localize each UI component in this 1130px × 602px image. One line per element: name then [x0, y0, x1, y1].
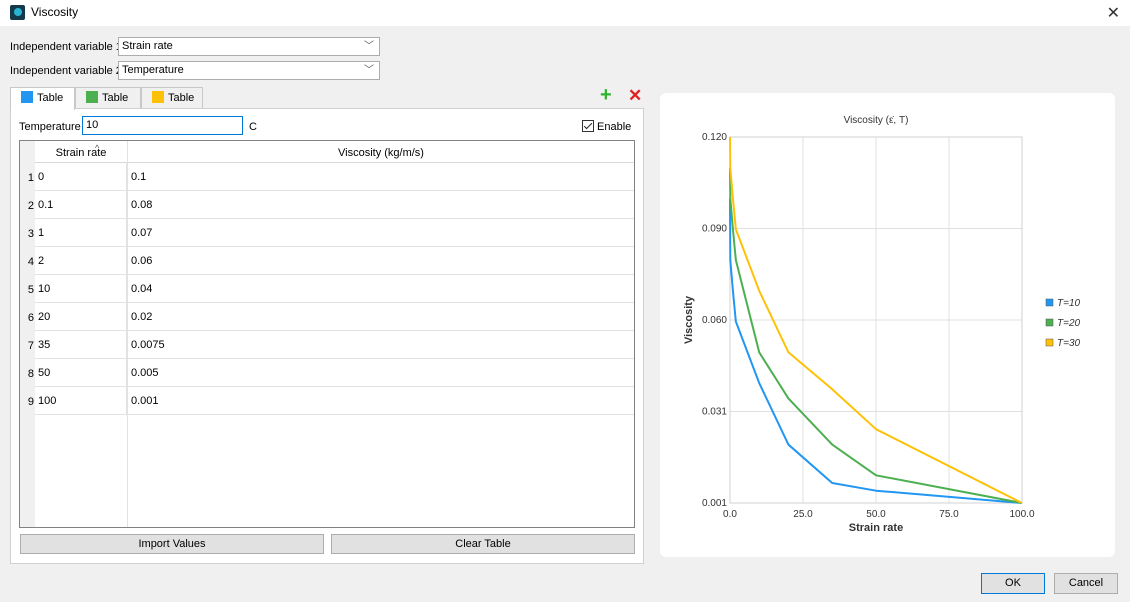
tab-table-3[interactable]: Table [141, 87, 203, 109]
viscosity-cell[interactable]: 0.04 [127, 275, 634, 303]
x-tick-label: 50.0 [866, 509, 886, 520]
strain-rate-cell[interactable]: 2 [35, 247, 127, 275]
table-row[interactable]: 9 100 0.001 [20, 387, 634, 415]
enable-label: Enable [597, 121, 632, 133]
x-tick-label: 75.0 [939, 509, 959, 520]
var1-value: Strain rate [122, 40, 173, 52]
close-icon[interactable]: ✕ [1107, 3, 1120, 23]
viscosity-cell[interactable]: 0.02 [127, 303, 634, 331]
color-swatch [152, 91, 164, 103]
table-row[interactable]: 6 20 0.02 [20, 303, 634, 331]
var2-select[interactable]: Temperature ﹀ [118, 61, 380, 80]
checkbox-checked-icon [582, 120, 594, 132]
row-number: 6 [20, 303, 35, 331]
temperature-input[interactable]: 10 [82, 116, 243, 135]
strain-rate-cell[interactable]: 0.1 [35, 191, 127, 219]
column-header-label: Viscosity (kg/m/s) [338, 147, 424, 159]
data-table: ^ Strain rate Viscosity (kg/m/s) 1 0 0.1 2 0… [19, 140, 635, 528]
viscosity-cell[interactable]: 0.06 [127, 247, 634, 275]
cancel-button[interactable]: Cancel [1054, 573, 1118, 594]
tab-table-1[interactable]: Table [10, 87, 75, 110]
strain-rate-cell[interactable]: 10 [35, 275, 127, 303]
enable-checkbox[interactable]: Enable [582, 120, 631, 133]
viscosity-cell[interactable]: 0.07 [127, 219, 634, 247]
color-swatch [86, 91, 98, 103]
var1-label: Independent variable 1 [10, 41, 122, 53]
column-header-strain-rate[interactable]: ^ Strain rate [35, 141, 127, 163]
y-tick-label: 0.090 [702, 224, 727, 235]
x-axis-label: Strain rate [849, 522, 903, 534]
column-header-viscosity[interactable]: Viscosity (kg/m/s) [127, 141, 634, 163]
table-row[interactable]: 4 2 0.06 [20, 247, 634, 275]
title-bar: Viscosity ✕ [0, 0, 1130, 26]
tab-label: Table [37, 92, 64, 104]
chevron-down-icon: ﹀ [364, 65, 374, 76]
strain-rate-cell[interactable]: 0 [35, 163, 127, 191]
import-values-button[interactable]: Import Values [20, 534, 324, 554]
table-row[interactable]: 1 0 0.1 [20, 163, 634, 191]
y-axis-label: Viscosity [683, 295, 695, 344]
x-tick-label: 25.0 [793, 509, 813, 520]
x-tick-label: 0.0 [723, 509, 737, 520]
tab-label: Table [102, 92, 129, 104]
var2-value: Temperature [122, 64, 184, 76]
sort-ascending-icon: ^ [95, 143, 100, 153]
tab-label: Table [168, 92, 195, 104]
window-title: Viscosity [31, 5, 79, 19]
viscosity-cell[interactable]: 0.1 [127, 163, 634, 191]
row-number: 1 [20, 163, 35, 191]
legend-entry: T=30 [1057, 338, 1081, 349]
row-number: 3 [20, 219, 35, 247]
chevron-down-icon: ﹀ [364, 41, 374, 52]
strain-rate-cell[interactable]: 20 [35, 303, 127, 331]
add-table-icon[interactable]: + [600, 84, 612, 106]
color-swatch [21, 91, 33, 103]
table-row[interactable]: 8 50 0.005 [20, 359, 634, 387]
tab-table-2[interactable]: Table [75, 87, 141, 109]
strain-rate-cell[interactable]: 50 [35, 359, 127, 387]
row-number: 2 [20, 191, 35, 219]
legend-entry: T=10 [1057, 298, 1081, 309]
legend-swatch [1045, 338, 1054, 347]
row-number: 9 [20, 387, 35, 415]
y-tick-label: 0.001 [702, 498, 727, 509]
var1-select[interactable]: Strain rate ﹀ [118, 37, 380, 56]
chart-title: Viscosity (ε̇, T) [844, 115, 909, 126]
table-row[interactable]: 2 0.1 0.08 [20, 191, 634, 219]
row-number: 5 [20, 275, 35, 303]
temperature-unit: C [249, 121, 257, 133]
strain-rate-cell[interactable]: 35 [35, 331, 127, 359]
viscosity-cell[interactable]: 0.001 [127, 387, 634, 415]
strain-rate-cell[interactable]: 1 [35, 219, 127, 247]
legend-swatch [1045, 318, 1054, 327]
x-tick-label: 100.0 [1009, 509, 1034, 520]
viscosity-cell[interactable]: 0.0075 [127, 331, 634, 359]
row-number: 4 [20, 247, 35, 275]
temperature-label: Temperature [19, 121, 81, 133]
legend-entry: T=20 [1057, 318, 1081, 329]
app-icon [10, 5, 25, 20]
remove-table-icon[interactable]: ✕ [628, 85, 642, 107]
row-number: 8 [20, 359, 35, 387]
row-number: 7 [20, 331, 35, 359]
clear-table-button[interactable]: Clear Table [331, 534, 635, 554]
y-tick-label: 0.060 [702, 315, 727, 326]
y-tick-label: 0.031 [702, 407, 727, 418]
var2-label: Independent variable 2 [10, 65, 122, 77]
legend-swatch [1045, 298, 1054, 307]
y-tick-label: 0.120 [702, 132, 727, 143]
table-row[interactable]: 5 10 0.04 [20, 275, 634, 303]
strain-rate-cell[interactable]: 100 [35, 387, 127, 415]
viscosity-chart: Viscosity (ε̇, T) 0.0 25.0 50.0 75.0 100.0 0.0… [660, 93, 1115, 557]
ok-button[interactable]: OK [981, 573, 1045, 594]
chart-svg: Viscosity (ε̇, T) 0.0 25.0 50.0 75.0 100.0 0.0… [683, 115, 1081, 534]
viscosity-cell[interactable]: 0.005 [127, 359, 634, 387]
table-row[interactable]: 3 1 0.07 [20, 219, 634, 247]
table-row[interactable]: 7 35 0.0075 [20, 331, 634, 359]
viscosity-cell[interactable]: 0.08 [127, 191, 634, 219]
